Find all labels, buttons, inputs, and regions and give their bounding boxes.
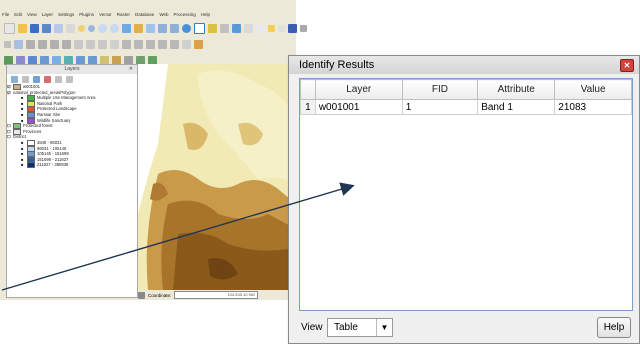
arrow-line [1,182,355,291]
annotation-arrow [1,182,355,291]
